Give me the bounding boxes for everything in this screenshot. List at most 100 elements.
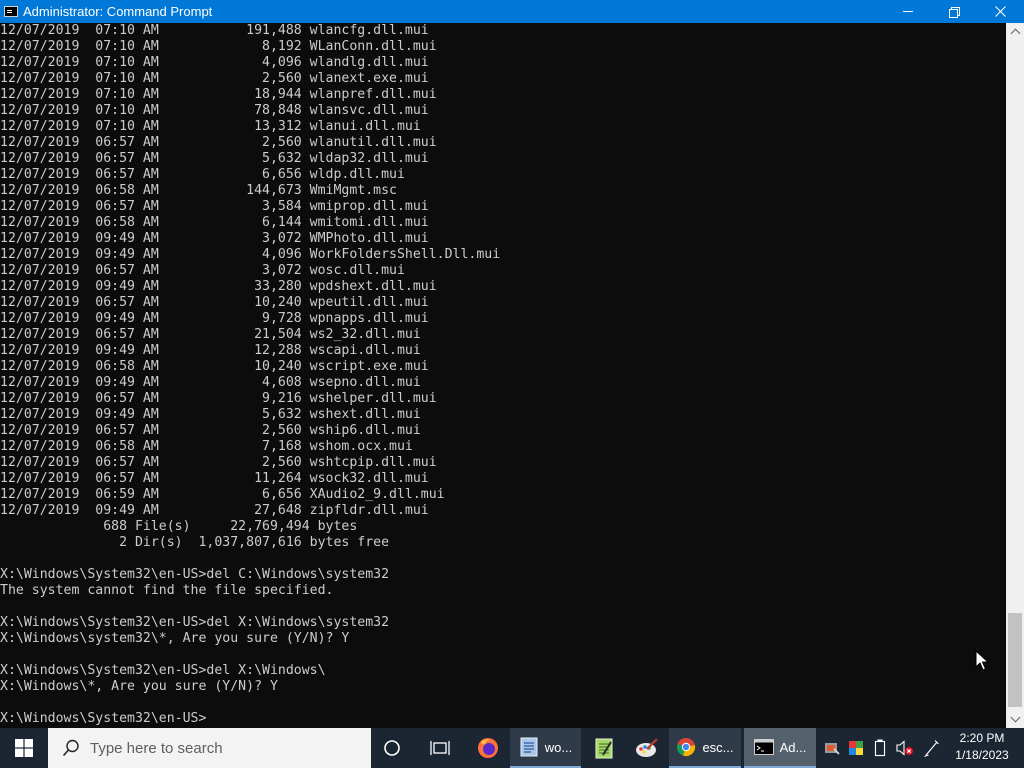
cortana-button[interactable]	[372, 728, 412, 768]
console-line: 12/07/2019 07:10 AM 13,312 wlanui.dll.mu…	[0, 119, 421, 134]
console-line: 12/07/2019 07:10 AM 4,096 wlandlg.dll.mu…	[0, 55, 429, 70]
taskbar: Type here to search wo... esc... Ad... 2…	[0, 728, 1024, 768]
console-line: 12/07/2019 06:57 AM 11,264 wsock32.dll.m…	[0, 471, 429, 486]
console-line: 12/07/2019 07:10 AM 191,488 wlancfg.dll.…	[0, 23, 429, 38]
pen-workspace-icon	[924, 740, 939, 757]
console-line: 12/07/2019 09:49 AM 33,280 wpdshext.dll.…	[0, 279, 437, 294]
console-line: 12/07/2019 07:10 AM 78,848 wlansvc.dll.m…	[0, 103, 429, 118]
console-line: 688 File(s) 22,769,494 bytes	[0, 519, 358, 534]
taskbar-app-command-prompt[interactable]: Ad...	[744, 728, 816, 768]
console-line: 12/07/2019 09:49 AM 4,608 wsepno.dll.mui	[0, 375, 421, 390]
color-picker-icon	[849, 741, 863, 755]
console-line: X:\Windows\System32\en-US>del X:\Windows…	[0, 663, 326, 678]
chevron-up-icon	[1010, 28, 1020, 39]
console-line: 12/07/2019 06:57 AM 2,560 wshtcpip.dll.m…	[0, 455, 437, 470]
firefox-button[interactable]	[466, 728, 510, 768]
task-view-button[interactable]	[418, 728, 462, 768]
console-line: X:\Windows\System32\en-US>	[0, 711, 207, 726]
tray-tool-icon	[825, 743, 840, 755]
console-line: 12/07/2019 07:10 AM 18,944 wlanpref.dll.…	[0, 87, 437, 102]
chevron-down-icon	[1010, 712, 1020, 723]
console-line: 12/07/2019 09:49 AM 5,632 wshext.dll.mui	[0, 407, 421, 422]
console-line: 12/07/2019 06:57 AM 10,240 wpeutil.dll.m…	[0, 295, 429, 310]
console-text: 12/07/2019 07:10 AM 191,488 wlancfg.dll.…	[0, 23, 500, 727]
battery-icon	[874, 739, 886, 757]
windows-logo-icon	[15, 739, 33, 757]
window-title: Administrator: Command Prompt	[23, 4, 213, 19]
command-prompt-icon	[4, 6, 18, 17]
console-line: 12/07/2019 07:10 AM 2,560 wlanext.exe.mu…	[0, 71, 429, 86]
cortana-circle-icon	[384, 740, 400, 756]
console-output[interactable]: 12/07/2019 07:10 AM 191,488 wlancfg.dll.…	[0, 23, 1006, 728]
scroll-up-button[interactable]	[1006, 23, 1024, 40]
clock-date: 1/18/2023	[955, 748, 1009, 762]
console-line: 12/07/2019 09:49 AM 27,648 zipfldr.dll.m…	[0, 503, 429, 518]
taskbar-app-chrome[interactable]: esc...	[669, 728, 741, 768]
console-line: 12/07/2019 06:57 AM 6,656 wldp.dll.mui	[0, 167, 405, 182]
console-line: 12/07/2019 06:59 AM 6,656 XAudio2_9.dll.…	[0, 487, 445, 502]
start-button[interactable]	[0, 728, 48, 768]
taskbar-app-label: wo...	[544, 739, 573, 755]
tray-color[interactable]	[846, 728, 866, 768]
console-line: X:\Windows\system32\*, Are you sure (Y/N…	[0, 631, 350, 646]
console-line: X:\Windows\*, Are you sure (Y/N)? Y	[0, 679, 278, 694]
console-line: 12/07/2019 06:57 AM 2,560 wlanutil.dll.m…	[0, 135, 437, 150]
taskbar-app-label: esc...	[702, 739, 734, 755]
word-document-icon	[520, 737, 538, 757]
close-button[interactable]	[977, 0, 1023, 23]
tray-battery[interactable]	[870, 728, 890, 768]
console-line: 12/07/2019 07:10 AM 8,192 WLanConn.dll.m…	[0, 39, 437, 54]
minimize-button[interactable]	[885, 0, 931, 23]
command-prompt-icon	[753, 739, 774, 755]
console-line: 2 Dir(s) 1,037,807,616 bytes free	[0, 535, 390, 550]
console-line: 12/07/2019 06:57 AM 3,584 wmiprop.dll.mu…	[0, 199, 429, 214]
notepad-button[interactable]	[584, 728, 624, 768]
mouse-cursor-icon	[975, 650, 989, 671]
console-line: 12/07/2019 09:49 AM 3,072 WMPhoto.dll.mu…	[0, 231, 429, 246]
console-line: 12/07/2019 06:58 AM 144,673 WmiMgmt.msc	[0, 183, 397, 198]
taskbar-app-word[interactable]: wo...	[510, 728, 581, 768]
console-line: 12/07/2019 06:57 AM 5,632 wldap32.dll.mu…	[0, 151, 429, 166]
taskbar-search-box[interactable]: Type here to search	[48, 728, 371, 768]
restore-button[interactable]	[931, 0, 977, 23]
console-line: The system cannot find the file specifie…	[0, 583, 334, 598]
vertical-scrollbar[interactable]	[1006, 23, 1024, 728]
tray-pen[interactable]	[921, 728, 943, 768]
search-icon	[62, 739, 79, 757]
title-bar[interactable]: Administrator: Command Prompt	[0, 0, 1024, 23]
close-icon	[994, 6, 1006, 17]
minimize-icon	[903, 11, 913, 12]
paint-button[interactable]	[626, 728, 668, 768]
firefox-icon	[478, 738, 498, 758]
scroll-down-button[interactable]	[1006, 711, 1024, 728]
console-line: 12/07/2019 09:49 AM 9,728 wpnapps.dll.mu…	[0, 311, 429, 326]
console-line: 12/07/2019 09:49 AM 4,096 WorkFoldersShe…	[0, 247, 501, 262]
restore-icon	[949, 6, 960, 18]
taskbar-app-label: Ad...	[779, 739, 807, 755]
system-clock[interactable]: 2:20 PM 1/18/2023	[946, 730, 1018, 766]
console-line: 12/07/2019 06:58 AM 6,144 wmitomi.dll.mu…	[0, 215, 429, 230]
scroll-thumb[interactable]	[1008, 613, 1022, 707]
console-line: 12/07/2019 09:49 AM 12,288 wscapi.dll.mu…	[0, 343, 421, 358]
tray-volume[interactable]	[894, 728, 916, 768]
console-line: 12/07/2019 06:58 AM 7,168 wshom.ocx.mui	[0, 439, 413, 454]
notepad-icon	[595, 738, 613, 759]
tray-app[interactable]	[822, 728, 842, 768]
clock-time: 2:20 PM	[959, 731, 1005, 745]
console-line: X:\Windows\System32\en-US>del C:\Windows…	[0, 567, 390, 582]
task-view-icon	[430, 741, 450, 755]
console-line: 12/07/2019 06:57 AM 9,216 wshelper.dll.m…	[0, 391, 437, 406]
console-line: 12/07/2019 06:58 AM 10,240 wscript.exe.m…	[0, 359, 429, 374]
chrome-icon	[677, 738, 696, 757]
console-line: 12/07/2019 06:57 AM 2,560 wship6.dll.mui	[0, 423, 421, 438]
console-line: 12/07/2019 06:57 AM 3,072 wosc.dll.mui	[0, 263, 405, 278]
console-line: X:\Windows\System32\en-US>del X:\Windows…	[0, 615, 390, 630]
search-placeholder: Type here to search	[90, 739, 223, 757]
paint-palette-icon	[636, 738, 658, 757]
console-line: 12/07/2019 06:57 AM 21,504 ws2_32.dll.mu…	[0, 327, 421, 342]
volume-muted-icon	[896, 740, 913, 756]
